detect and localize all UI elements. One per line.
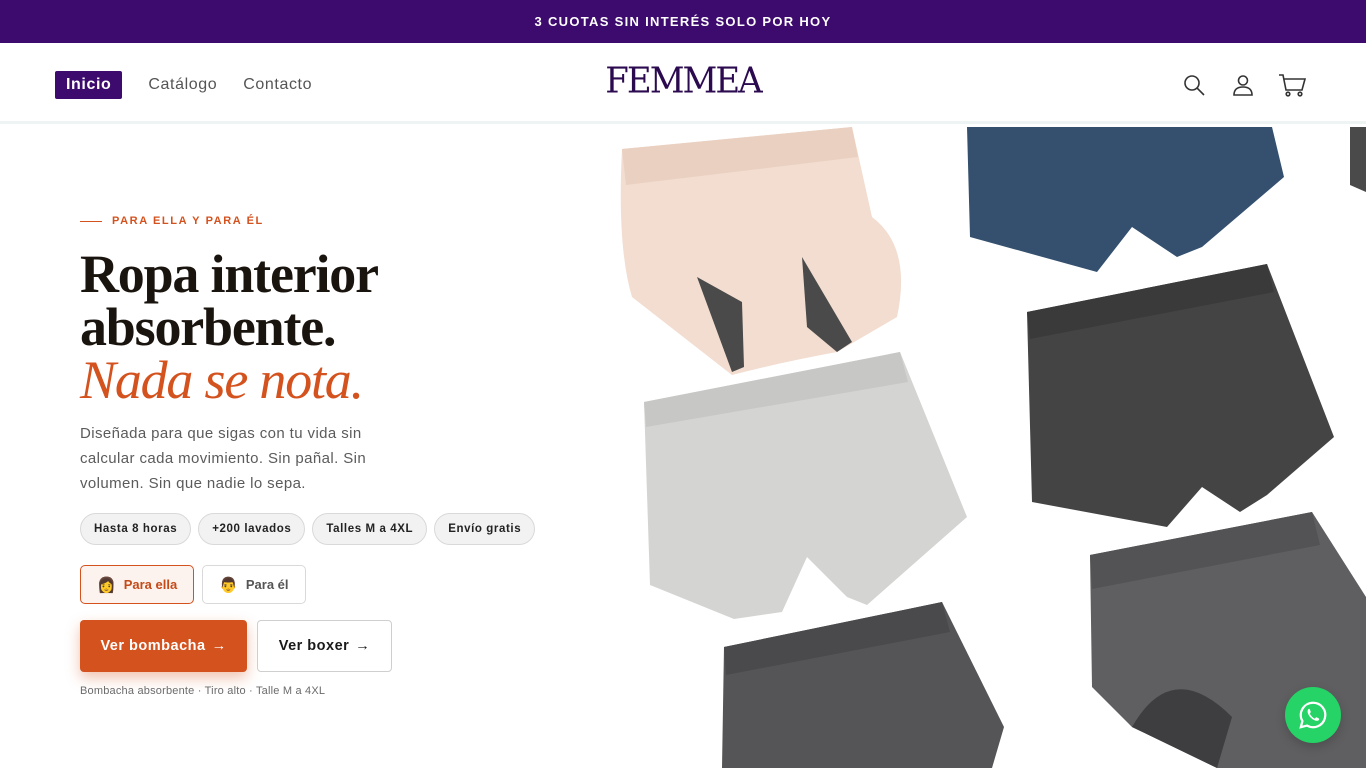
ver-bombacha-button[interactable]: Ver bombacha →: [80, 620, 247, 672]
arrow-right-icon: →: [211, 638, 227, 654]
toggle-label: Para él: [245, 577, 289, 592]
woman-icon: 👩: [97, 576, 116, 594]
button-label: Ver boxer: [278, 638, 350, 654]
hero-title-line2: absorbente.: [80, 297, 337, 357]
chip-hours: Hasta 8 horas: [80, 513, 192, 545]
chip-shipping: Envío gratis: [434, 513, 536, 545]
eyebrow-text: PARA ELLA Y PARA ÉL: [112, 215, 264, 227]
hero-title-accent: Nada se nota.: [80, 350, 364, 410]
whatsapp-icon: [1299, 701, 1327, 729]
header-icons: [1159, 71, 1306, 99]
account-icon[interactable]: [1229, 71, 1257, 99]
product-brief-peach: [620, 127, 902, 375]
announcement-text: 3 CUOTAS SIN INTERÉS SOLO POR HOY: [534, 14, 832, 29]
hero-title-line1: Ropa interior: [80, 244, 379, 304]
hero-ctas: Ver bombacha → Ver boxer →: [80, 620, 392, 672]
feature-chips: Hasta 8 horas +200 lavados Talles M a 4X…: [80, 513, 542, 545]
eyebrow-line: [80, 220, 102, 222]
cart-icon[interactable]: [1278, 71, 1306, 99]
hero-description: Diseñada para que sigas con tu vida sin …: [80, 425, 367, 492]
ver-boxer-button[interactable]: Ver boxer →: [257, 620, 392, 672]
chip-washes: +200 lavados: [198, 513, 306, 545]
gender-toggle: 👩 Para ella 👨 Para él: [80, 565, 314, 604]
whatsapp-button[interactable]: [1285, 687, 1341, 743]
product-note: Bombacha absorbente · Tiro alto · Talle …: [80, 685, 326, 697]
product-boxer-navy: [967, 127, 1284, 272]
product-boxer-lightgrey: [644, 352, 967, 619]
product-brief-darkgrey: [722, 602, 1004, 768]
hero-title: Ropa interior absorbente. Nada se nota.: [80, 247, 379, 410]
toggle-para-ella[interactable]: 👩 Para ella: [80, 565, 195, 604]
button-label: Ver bombacha: [100, 638, 206, 654]
logo-text: FEMMEA: [605, 60, 762, 102]
toggle-para-el[interactable]: 👨 Para él: [202, 565, 306, 604]
product-partial-dark: [1350, 127, 1366, 192]
announcement-bar: 3 CUOTAS SIN INTERÉS SOLO POR HOY: [0, 0, 1366, 43]
site-header: Inicio Catálogo Contacto FEMMEA: [0, 43, 1366, 124]
toggle-label: Para ella: [123, 577, 178, 592]
hero-product-collage: [612, 127, 1366, 768]
chip-sizes: Talles M a 4XL: [312, 513, 428, 545]
man-icon: 👨: [219, 576, 238, 594]
arrow-right-icon: →: [355, 638, 371, 654]
product-boxer-charcoal: [1027, 264, 1334, 527]
search-icon[interactable]: [1180, 71, 1208, 99]
hero-eyebrow: PARA ELLA Y PARA ÉL: [80, 215, 264, 227]
